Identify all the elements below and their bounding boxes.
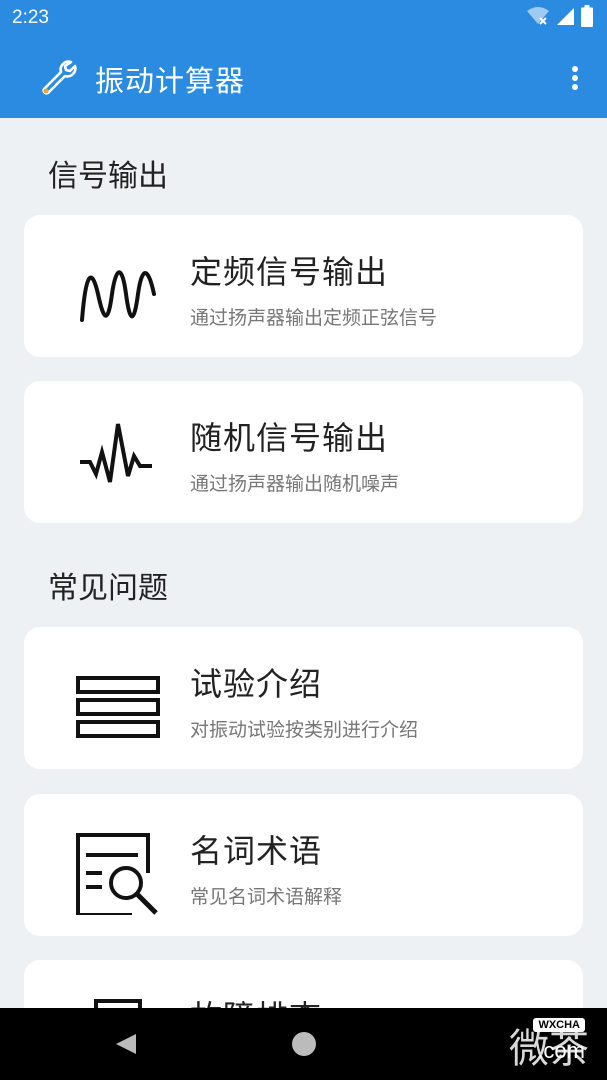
- back-icon[interactable]: [114, 1032, 138, 1060]
- random-signal-icon: [76, 416, 162, 502]
- app-title: 振动计算器: [95, 64, 246, 98]
- watermark-badge: WXCHA: [533, 1018, 585, 1032]
- status-bar: 2:23: [0, 0, 607, 36]
- wifi-icon: [527, 7, 549, 29]
- card-title: 故障排查: [190, 992, 322, 1008]
- more-vert-icon[interactable]: [561, 60, 589, 96]
- card-random-signal[interactable]: 随机信号输出 通过扬声器输出随机噪声: [24, 381, 583, 523]
- status-icons: [527, 5, 593, 31]
- card-description: 对振动试验按类别进行介绍: [190, 719, 419, 741]
- home-icon[interactable]: [292, 1032, 316, 1056]
- card-test-introduction[interactable]: 试验介绍 对振动试验按类别进行介绍: [24, 627, 583, 769]
- card-troubleshooting[interactable]: 故障排查: [24, 960, 583, 1008]
- card-title: 名词术语: [190, 832, 323, 870]
- list-icon: [76, 662, 162, 748]
- content-scroll[interactable]: 信号输出 定频信号输出 通过扬声器输出定频正弦信号 随机信号输出 通过扬声器输出…: [0, 118, 607, 1008]
- status-time: 2:23: [12, 7, 49, 28]
- sine-wave-icon: [76, 250, 162, 336]
- card-description: 通过扬声器输出定频正弦信号: [190, 307, 438, 329]
- card-title: 试验介绍: [190, 665, 323, 703]
- card-terminology[interactable]: 名词术语 常见名词术语解释: [24, 794, 583, 936]
- wrench-icon: [38, 58, 78, 98]
- card-description: 常见名词术语解释: [190, 886, 343, 908]
- signal-icon: [555, 6, 575, 30]
- card-description: 通过扬声器输出随机噪声: [190, 473, 400, 495]
- section-title-faq: 常见问题: [48, 571, 168, 606]
- app-bar: 振动计算器: [0, 36, 607, 118]
- card-title: 定频信号输出: [190, 253, 389, 291]
- card-title: 随机信号输出: [190, 419, 389, 457]
- watermark-domain: .com: [537, 1038, 585, 1063]
- battery-icon: [581, 5, 593, 31]
- search-document-icon: [76, 829, 162, 917]
- navigation-bar: 微茶 WXCHA .com: [0, 1008, 607, 1080]
- section-title-signal-output: 信号输出: [48, 159, 168, 194]
- document-icon: [76, 995, 162, 1008]
- card-fixed-frequency-signal[interactable]: 定频信号输出 通过扬声器输出定频正弦信号: [24, 215, 583, 357]
